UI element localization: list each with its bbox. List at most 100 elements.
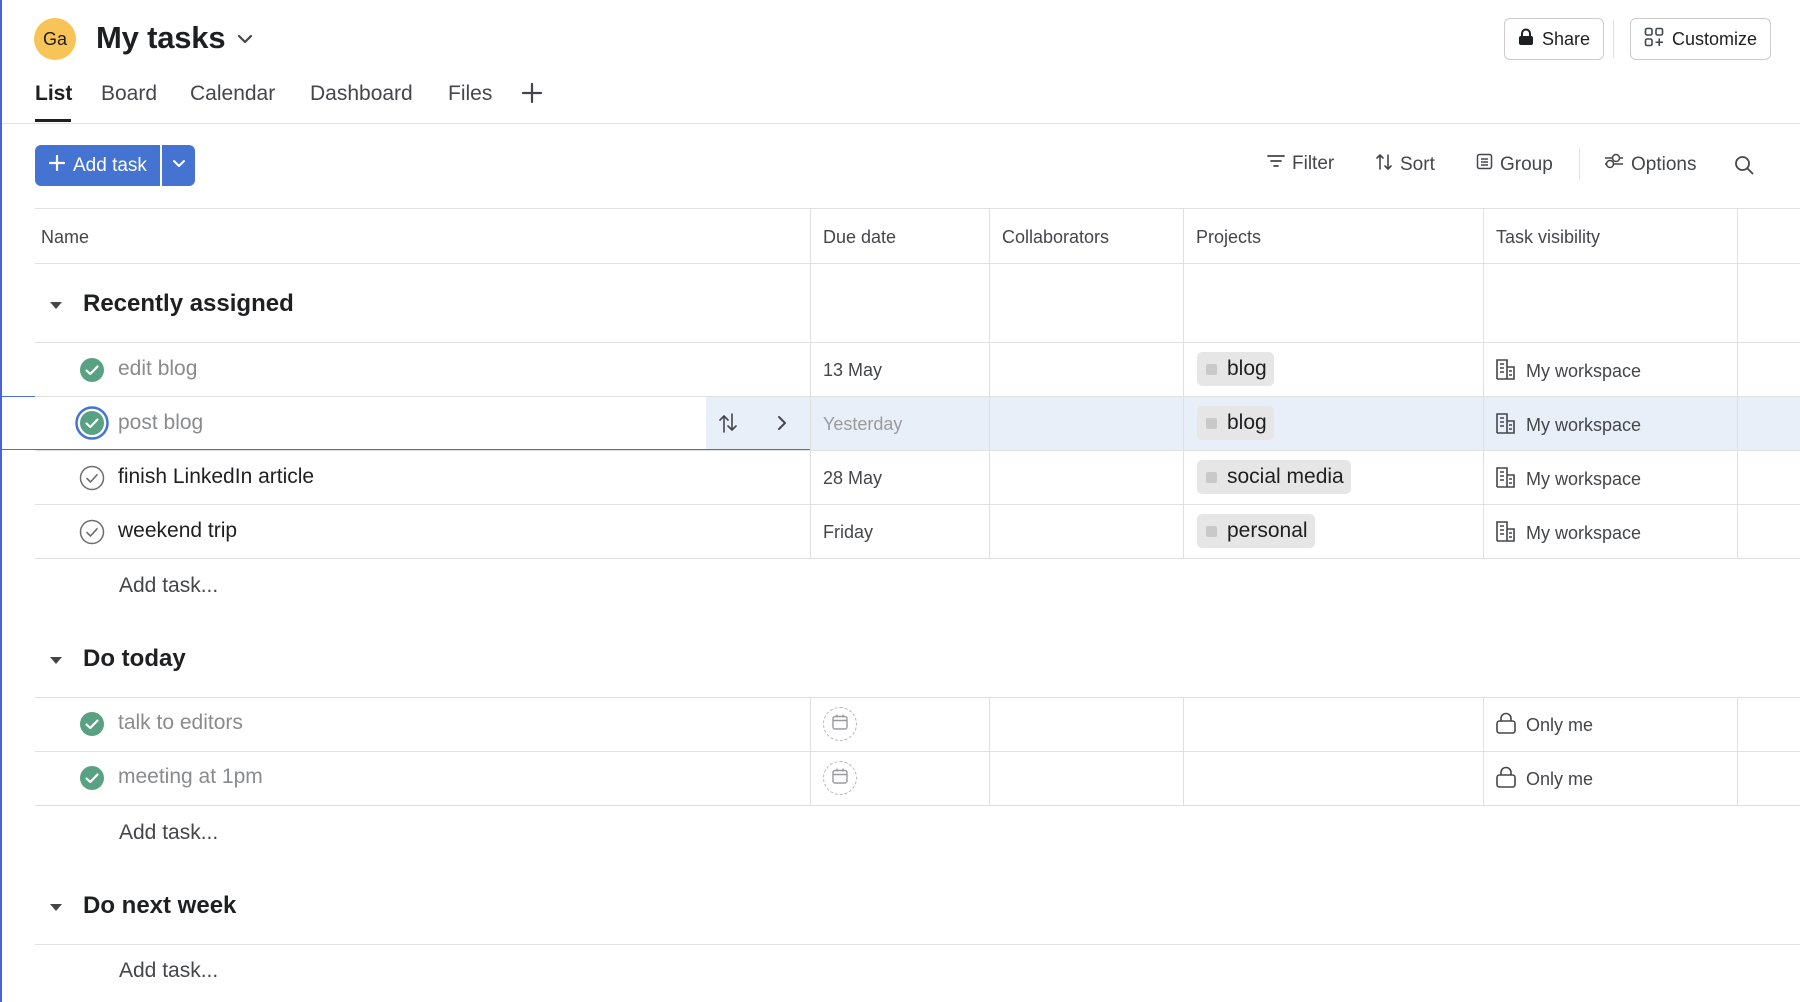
lock-icon: [1518, 28, 1534, 51]
subtask-sort-icon[interactable]: [717, 412, 739, 439]
task-due-date[interactable]: Friday: [823, 522, 873, 543]
lock-icon: [1495, 712, 1517, 739]
project-tag[interactable]: blog: [1197, 352, 1274, 386]
section-title-do-next-week[interactable]: Do next week: [83, 892, 236, 920]
share-button[interactable]: Share: [1504, 18, 1605, 60]
filter-icon: [1267, 153, 1285, 175]
task-complete-check-icon[interactable]: [79, 357, 105, 388]
section-title-recently-assigned[interactable]: Recently assigned: [83, 290, 294, 318]
project-tag-label: blog: [1227, 411, 1267, 434]
customize-label: Customize: [1672, 28, 1758, 49]
column-divider: [1183, 208, 1184, 558]
row-border: [35, 805, 1800, 806]
avatar-initials: Ga: [42, 28, 67, 49]
workspace-icon: [1495, 520, 1517, 547]
task-visibility-label: My workspace: [1526, 415, 1642, 435]
column-header-task-visibility[interactable]: Task visibility: [1496, 227, 1600, 248]
add-task-label: Add task: [73, 154, 147, 176]
add-task-button[interactable]: Add task: [35, 145, 160, 186]
task-visibility[interactable]: My workspace: [1495, 412, 1641, 439]
project-tag[interactable]: social media: [1197, 460, 1351, 494]
calendar-icon: [831, 713, 849, 736]
group-icon: [1476, 153, 1493, 176]
customize-button[interactable]: Customize: [1630, 18, 1772, 60]
tab-board[interactable]: Board: [101, 82, 157, 106]
search-icon[interactable]: [1734, 155, 1754, 180]
due-date-picker[interactable]: [823, 761, 857, 795]
task-incomplete-check-icon[interactable]: [79, 465, 105, 496]
task-complete-check-icon[interactable]: [75, 406, 109, 445]
open-details-chevron-right-icon[interactable]: [773, 413, 791, 438]
task-visibility[interactable]: Only me: [1495, 766, 1593, 793]
lock-icon: [1495, 766, 1517, 793]
project-tag[interactable]: blog: [1197, 406, 1274, 440]
chevron-down-icon[interactable]: [234, 28, 256, 55]
tab-files[interactable]: Files: [448, 82, 492, 106]
table-header-bottom-border: [35, 263, 1800, 264]
share-label: Share: [1542, 28, 1591, 49]
task-name[interactable]: finish LinkedIn article: [118, 465, 314, 489]
add-task-dropdown-button[interactable]: [162, 145, 195, 186]
active-tab-indicator: [35, 119, 71, 122]
task-visibility[interactable]: My workspace: [1495, 466, 1641, 493]
tab-calendar[interactable]: Calendar: [190, 82, 275, 106]
filter-label: Filter: [1292, 153, 1335, 174]
sort-icon: [1375, 153, 1393, 177]
section-collapse-caret-icon[interactable]: [46, 897, 66, 922]
task-complete-check-icon[interactable]: [79, 711, 105, 742]
column-header-name[interactable]: Name: [41, 227, 89, 248]
add-task-inline[interactable]: Add task...: [119, 821, 218, 845]
group-button[interactable]: Group: [1476, 153, 1553, 176]
project-tag[interactable]: personal: [1197, 514, 1315, 548]
task-due-date[interactable]: 13 May: [823, 360, 882, 381]
tab-dashboard[interactable]: Dashboard: [310, 82, 413, 106]
sort-label: Sort: [1400, 154, 1435, 175]
group-label: Group: [1500, 153, 1553, 175]
customize-icon: [1644, 27, 1664, 52]
task-name[interactable]: weekend trip: [118, 519, 237, 543]
task-name[interactable]: talk to editors: [118, 711, 243, 735]
row-border: [35, 342, 1800, 343]
row-border: [35, 504, 1800, 505]
section-collapse-caret-icon[interactable]: [46, 650, 66, 675]
add-tab-plus-icon[interactable]: [521, 82, 543, 109]
column-header-due-date[interactable]: Due date: [823, 227, 896, 248]
task-visibility[interactable]: Only me: [1495, 712, 1593, 739]
workspace-icon: [1495, 466, 1517, 493]
task-name[interactable]: post blog: [118, 411, 203, 435]
task-visibility-label: My workspace: [1526, 361, 1642, 381]
filter-button[interactable]: Filter: [1267, 153, 1334, 175]
section-title-do-today[interactable]: Do today: [83, 645, 186, 673]
section-collapse-caret-icon[interactable]: [46, 295, 66, 320]
task-due-date[interactable]: Yesterday: [823, 414, 902, 435]
project-color-dot: [1206, 363, 1217, 375]
add-task-inline[interactable]: Add task...: [119, 574, 218, 598]
column-header-collaborators[interactable]: Collaborators: [1002, 227, 1109, 248]
column-header-projects[interactable]: Projects: [1196, 227, 1261, 248]
task-visibility[interactable]: My workspace: [1495, 520, 1641, 547]
row-border: [35, 558, 1800, 559]
workspace-icon: [1495, 412, 1517, 439]
task-due-date[interactable]: 28 May: [823, 468, 882, 489]
task-name[interactable]: meeting at 1pm: [118, 765, 263, 789]
row-border: [35, 751, 1800, 752]
sort-button[interactable]: Sort: [1375, 153, 1435, 177]
task-incomplete-check-icon[interactable]: [79, 519, 105, 550]
column-divider: [810, 208, 811, 558]
add-task-inline[interactable]: Add task...: [119, 959, 218, 983]
project-color-dot: [1206, 417, 1217, 429]
row-border: [35, 450, 1800, 451]
due-date-picker[interactable]: [823, 707, 857, 741]
column-divider: [989, 208, 990, 558]
project-tag-label: personal: [1227, 519, 1308, 542]
toolbar-divider: [1579, 148, 1580, 180]
task-visibility-label: My workspace: [1526, 469, 1642, 489]
avatar[interactable]: Ga: [34, 18, 76, 60]
column-divider: [1483, 208, 1484, 558]
task-complete-check-icon[interactable]: [79, 765, 105, 796]
task-name[interactable]: edit blog: [118, 357, 197, 381]
tab-list[interactable]: List: [35, 82, 72, 106]
page-title: My tasks: [96, 20, 226, 55]
options-button[interactable]: Options: [1604, 153, 1696, 176]
task-visibility[interactable]: My workspace: [1495, 358, 1641, 385]
